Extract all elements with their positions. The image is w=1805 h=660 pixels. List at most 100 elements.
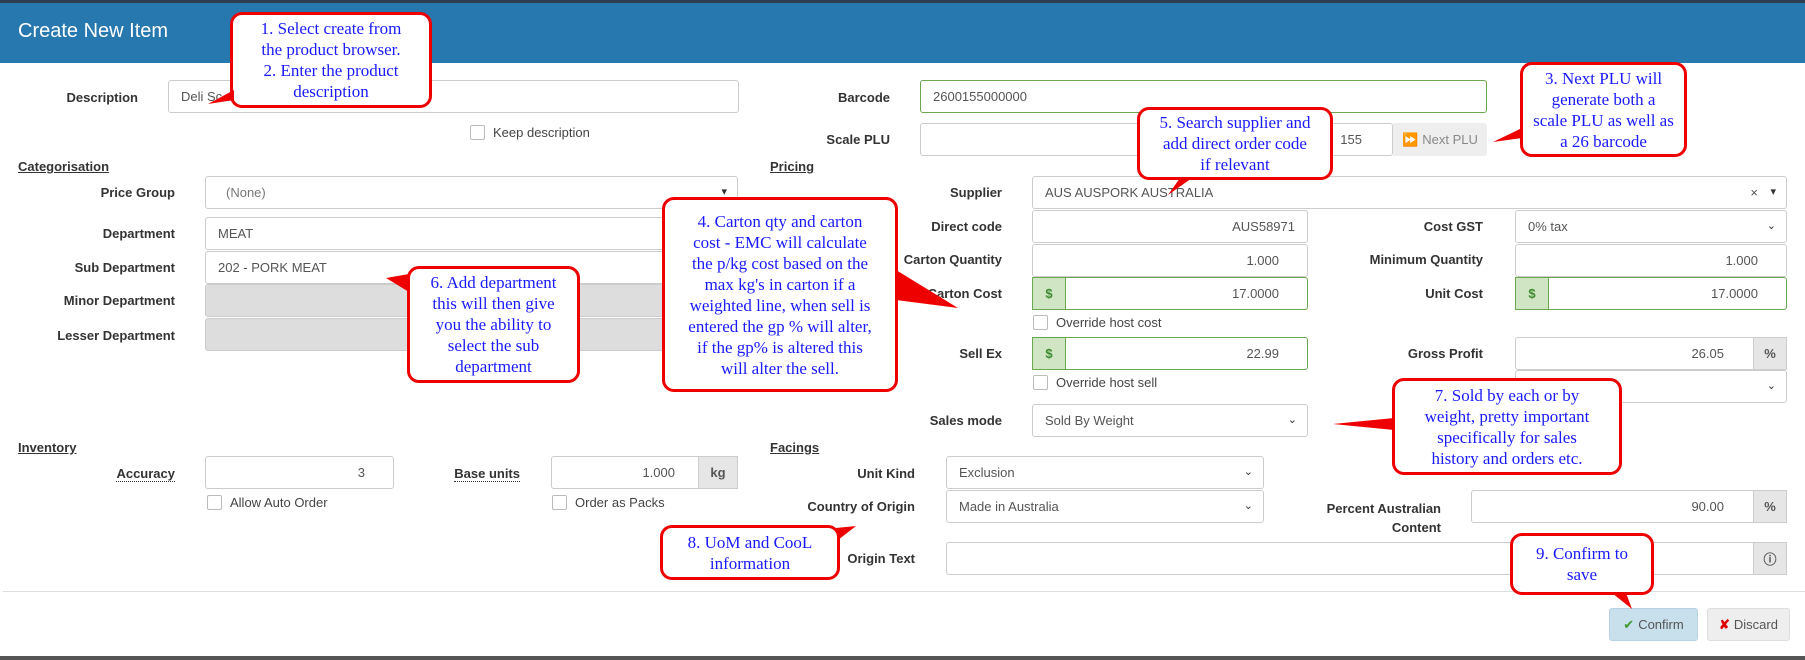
kg-unit-addon: kg	[698, 456, 738, 489]
check-icon: ✔	[1623, 616, 1635, 632]
callout-text: if relevant	[1200, 155, 1270, 174]
origin-text-input[interactable]: ⓘ	[946, 542, 1787, 575]
callout-text: will alter the sell.	[720, 358, 839, 378]
callout-text: information	[709, 553, 791, 573]
dollar-icon: $	[1515, 277, 1549, 310]
discard-button[interactable]: ✘ Discard	[1707, 608, 1790, 641]
facings-heading: Facings	[770, 440, 820, 455]
keep-description-label: Keep description	[493, 125, 590, 140]
gross-profit-label: Gross Profit	[1407, 346, 1483, 361]
supplier-select[interactable]: AUS AUSPORK AUSTRALIA × ▾	[1032, 176, 1787, 209]
callout-text: max kg's in carton if a	[704, 274, 856, 294]
percent-icon: %	[1753, 490, 1787, 523]
percent-australian-label-line2: Content	[1391, 520, 1441, 535]
callout-1: 1. Select create from the product browser…	[230, 12, 432, 108]
base-units-label: Base units	[454, 466, 520, 482]
sales-mode-value: Sold By Weight	[1045, 413, 1134, 428]
cost-gst-select[interactable]: 0% tax ⌄	[1515, 210, 1787, 243]
override-host-sell-checkbox[interactable]: Override host sell	[1033, 375, 1157, 390]
base-units-value: 1.000	[642, 465, 675, 480]
override-host-sell-label: Override host sell	[1056, 375, 1158, 390]
callout-text: save	[1566, 565, 1598, 584]
percent-australian-input[interactable]: 90.00%	[1471, 490, 1787, 523]
unit-kind-select[interactable]: Exclusion ⌄	[946, 456, 1264, 489]
checkbox-box[interactable]	[470, 125, 485, 140]
checkbox-box[interactable]	[1033, 315, 1048, 330]
x-icon: ✘	[1719, 616, 1730, 632]
callout-text: 4. Carton qty and carton	[697, 211, 863, 231]
categorisation-heading: Categorisation	[18, 159, 110, 174]
accuracy-input[interactable]: 3	[205, 456, 394, 489]
callout-text: scale PLU as well as	[1533, 110, 1674, 130]
callout-text: history and orders etc.	[1431, 448, 1583, 468]
callout-text: a 26 barcode	[1560, 131, 1647, 151]
callout-text: weight, pretty important	[1424, 406, 1590, 426]
barcode-label: Barcode	[837, 90, 890, 105]
override-host-cost-checkbox[interactable]: Override host cost	[1033, 315, 1162, 330]
gross-profit-input[interactable]: 26.05%	[1515, 337, 1787, 370]
chevron-down-icon: ⌄	[1243, 466, 1253, 478]
unit-cost-input[interactable]: $17.0000	[1515, 277, 1787, 310]
dollar-icon: $	[1032, 277, 1066, 310]
fast-forward-icon: ⏩	[1402, 131, 1419, 147]
country-of-origin-select[interactable]: Made in Australia ⌄	[946, 490, 1264, 523]
callout-text: 5. Search supplier and	[1159, 113, 1311, 132]
sell-ex-value: 22.99	[1246, 346, 1279, 361]
checkbox-box[interactable]	[1033, 375, 1048, 390]
callout-9: 9. Confirm to save	[1510, 533, 1654, 595]
sell-ex-input[interactable]: $22.99	[1032, 337, 1308, 370]
dollar-icon: $	[1032, 337, 1066, 370]
chevron-down-icon: ⌄	[1766, 220, 1776, 232]
callout-text: 7. Sold by each or by	[1434, 385, 1580, 405]
info-icon[interactable]: ⓘ	[1753, 542, 1787, 575]
callout-text: 3. Next PLU will	[1544, 68, 1663, 88]
callout-text: the p/kg cost based on the	[691, 253, 869, 273]
department-label: Department	[102, 226, 175, 241]
allow-auto-order-checkbox[interactable]: Allow Auto Order	[207, 495, 328, 510]
gross-profit-value: 26.05	[1691, 346, 1724, 361]
price-group-label: Price Group	[100, 185, 175, 200]
callout-text: 8. UoM and CooL	[687, 532, 813, 552]
department-select[interactable]: MEAT	[205, 217, 738, 250]
sales-mode-label: Sales mode	[929, 413, 1002, 428]
checkbox-box[interactable]	[552, 495, 567, 510]
caret-down-icon: ▾	[1770, 186, 1776, 198]
callout-text: the product browser.	[261, 40, 401, 59]
callout-text: weighted line, when sell is	[689, 295, 871, 315]
callout-text: specifically for sales	[1437, 427, 1577, 447]
unit-cost-value: 17.0000	[1711, 286, 1758, 301]
clear-supplier-icon[interactable]: ×	[1750, 185, 1758, 200]
keep-description-checkbox[interactable]: Keep description	[470, 125, 590, 140]
percent-australian-label: Percent Australian Content	[1327, 499, 1441, 537]
callout-text: generate both a	[1551, 89, 1656, 109]
callout-text: 1. Select create from	[260, 19, 402, 38]
price-group-value: (None)	[226, 185, 266, 200]
direct-code-input[interactable]: AUS58971	[1032, 210, 1308, 243]
base-units-input[interactable]: 1.000 kg	[551, 456, 738, 489]
carton-quantity-input[interactable]: 1.000	[1032, 244, 1308, 277]
discard-label: Discard	[1733, 617, 1778, 632]
cost-gst-label: Cost GST	[1423, 219, 1483, 234]
sales-mode-select[interactable]: Sold By Weight ⌄	[1032, 404, 1308, 437]
callout-text: entered the gp % will alter,	[688, 316, 872, 336]
callout-text: if the gp% is altered this	[697, 337, 863, 357]
confirm-button[interactable]: ✔ Confirm	[1609, 608, 1698, 641]
sub-department-label: Sub Department	[74, 260, 175, 275]
callout-text: select the sub	[447, 336, 540, 355]
order-as-packs-checkbox[interactable]: Order as Packs	[552, 495, 665, 510]
percent-icon: %	[1753, 337, 1787, 370]
direct-code-label: Direct code	[931, 219, 1002, 234]
callout-text: 9. Confirm to	[1535, 544, 1629, 563]
sell-ex-label: Sell Ex	[959, 346, 1002, 361]
unit-kind-label: Unit Kind	[857, 466, 915, 481]
callout-3: 3. Next PLU will generate both a scale PLU…	[1520, 62, 1687, 157]
carton-cost-input[interactable]: $17.0000	[1032, 277, 1308, 310]
supplier-label: Supplier	[949, 185, 1002, 200]
minimum-quantity-input[interactable]: 1.000	[1515, 244, 1787, 277]
unit-kind-value: Exclusion	[959, 465, 1015, 480]
override-host-cost-label: Override host cost	[1056, 315, 1162, 330]
next-plu-button[interactable]: ⏩ Next PLU	[1393, 123, 1487, 156]
price-group-select[interactable]: (None) ▾	[205, 176, 738, 209]
callout-4: 4. Carton qty and carton cost - EMC will …	[662, 197, 898, 392]
checkbox-box[interactable]	[207, 495, 222, 510]
